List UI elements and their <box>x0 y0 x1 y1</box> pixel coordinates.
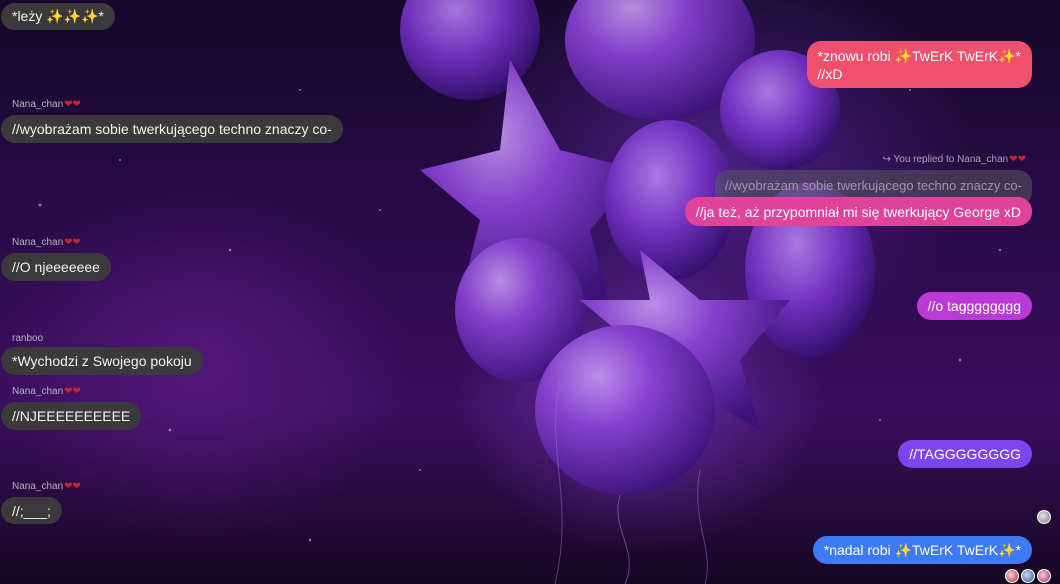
heart-icon: ❤❤ <box>1009 154 1026 165</box>
message-bubble[interactable]: *znowu robi ✨TwErK TwErK✨* //xD <box>806 41 1032 88</box>
message-text: //xD <box>817 65 843 82</box>
message-bubble[interactable]: //wyobrażam sobie twerkującego techno zn… <box>1 115 343 143</box>
message-text: //o tagggggggg <box>927 298 1021 314</box>
seen-avatar[interactable] <box>1005 569 1019 583</box>
sender-name: ranboo <box>12 333 44 344</box>
message-bubble[interactable]: *Wychodzi z Swojego pokoju <box>1 347 203 375</box>
message-text: //TAGGGGGGGG <box>909 446 1021 462</box>
sender-name: Nana_chan❤❤ <box>12 237 81 248</box>
message-bubble[interactable]: //TAGGGGGGGG <box>898 440 1032 468</box>
message-text: *leży ✨✨✨* <box>12 8 104 24</box>
heart-icon: ❤❤ <box>64 99 81 110</box>
seen-avatar[interactable] <box>1037 510 1051 524</box>
message-text: //;___; <box>12 502 51 519</box>
message-bubble[interactable]: //o tagggggggg <box>916 292 1032 320</box>
reply-indicator: ↪ You replied to Nana_chan❤❤ <box>882 154 1026 165</box>
message-text: *nadal robi ✨TwErK TwErK✨* <box>823 541 1021 558</box>
sender-name: Nana_chan❤❤ <box>12 386 81 397</box>
message-text: //ja też, aż przypomniał mi się twerkują… <box>695 203 1021 220</box>
message-bubble[interactable]: *leży ✨✨✨* <box>1 3 115 30</box>
seen-avatar[interactable] <box>1037 569 1051 583</box>
message-text: *znowu robi ✨TwErK TwErK✨* <box>817 47 1021 64</box>
message-text: //wyobrażam sobie twerkującego techno zn… <box>12 121 332 137</box>
message-bubble[interactable]: //ja też, aż przypomniał mi się twerkują… <box>684 197 1032 226</box>
sender-name: Nana_chan❤❤ <box>12 481 81 492</box>
heart-icon: ❤❤ <box>64 481 81 492</box>
reply-icon: ↪ <box>882 154 894 165</box>
message-bubble[interactable]: //O njeeeeeee <box>1 253 111 281</box>
message-text: //NJEEEEEEEEEE <box>12 408 131 424</box>
sender-name: Nana_chan❤❤ <box>12 99 81 110</box>
message-text: *Wychodzi z Swojego pokoju <box>12 353 192 369</box>
message-bubble[interactable]: //;___; <box>1 497 62 524</box>
seen-avatar[interactable] <box>1021 569 1035 583</box>
message-bubble[interactable]: *nadal robi ✨TwErK TwErK✨* <box>812 536 1032 564</box>
heart-icon: ❤❤ <box>64 386 81 397</box>
message-bubble[interactable]: //NJEEEEEEEEEE <box>1 402 142 430</box>
heart-icon: ❤❤ <box>64 237 81 248</box>
quoted-text: //wyobrażam sobie twerkującego techno zn… <box>725 178 1022 193</box>
message-text: //O njeeeeeee <box>12 259 100 275</box>
